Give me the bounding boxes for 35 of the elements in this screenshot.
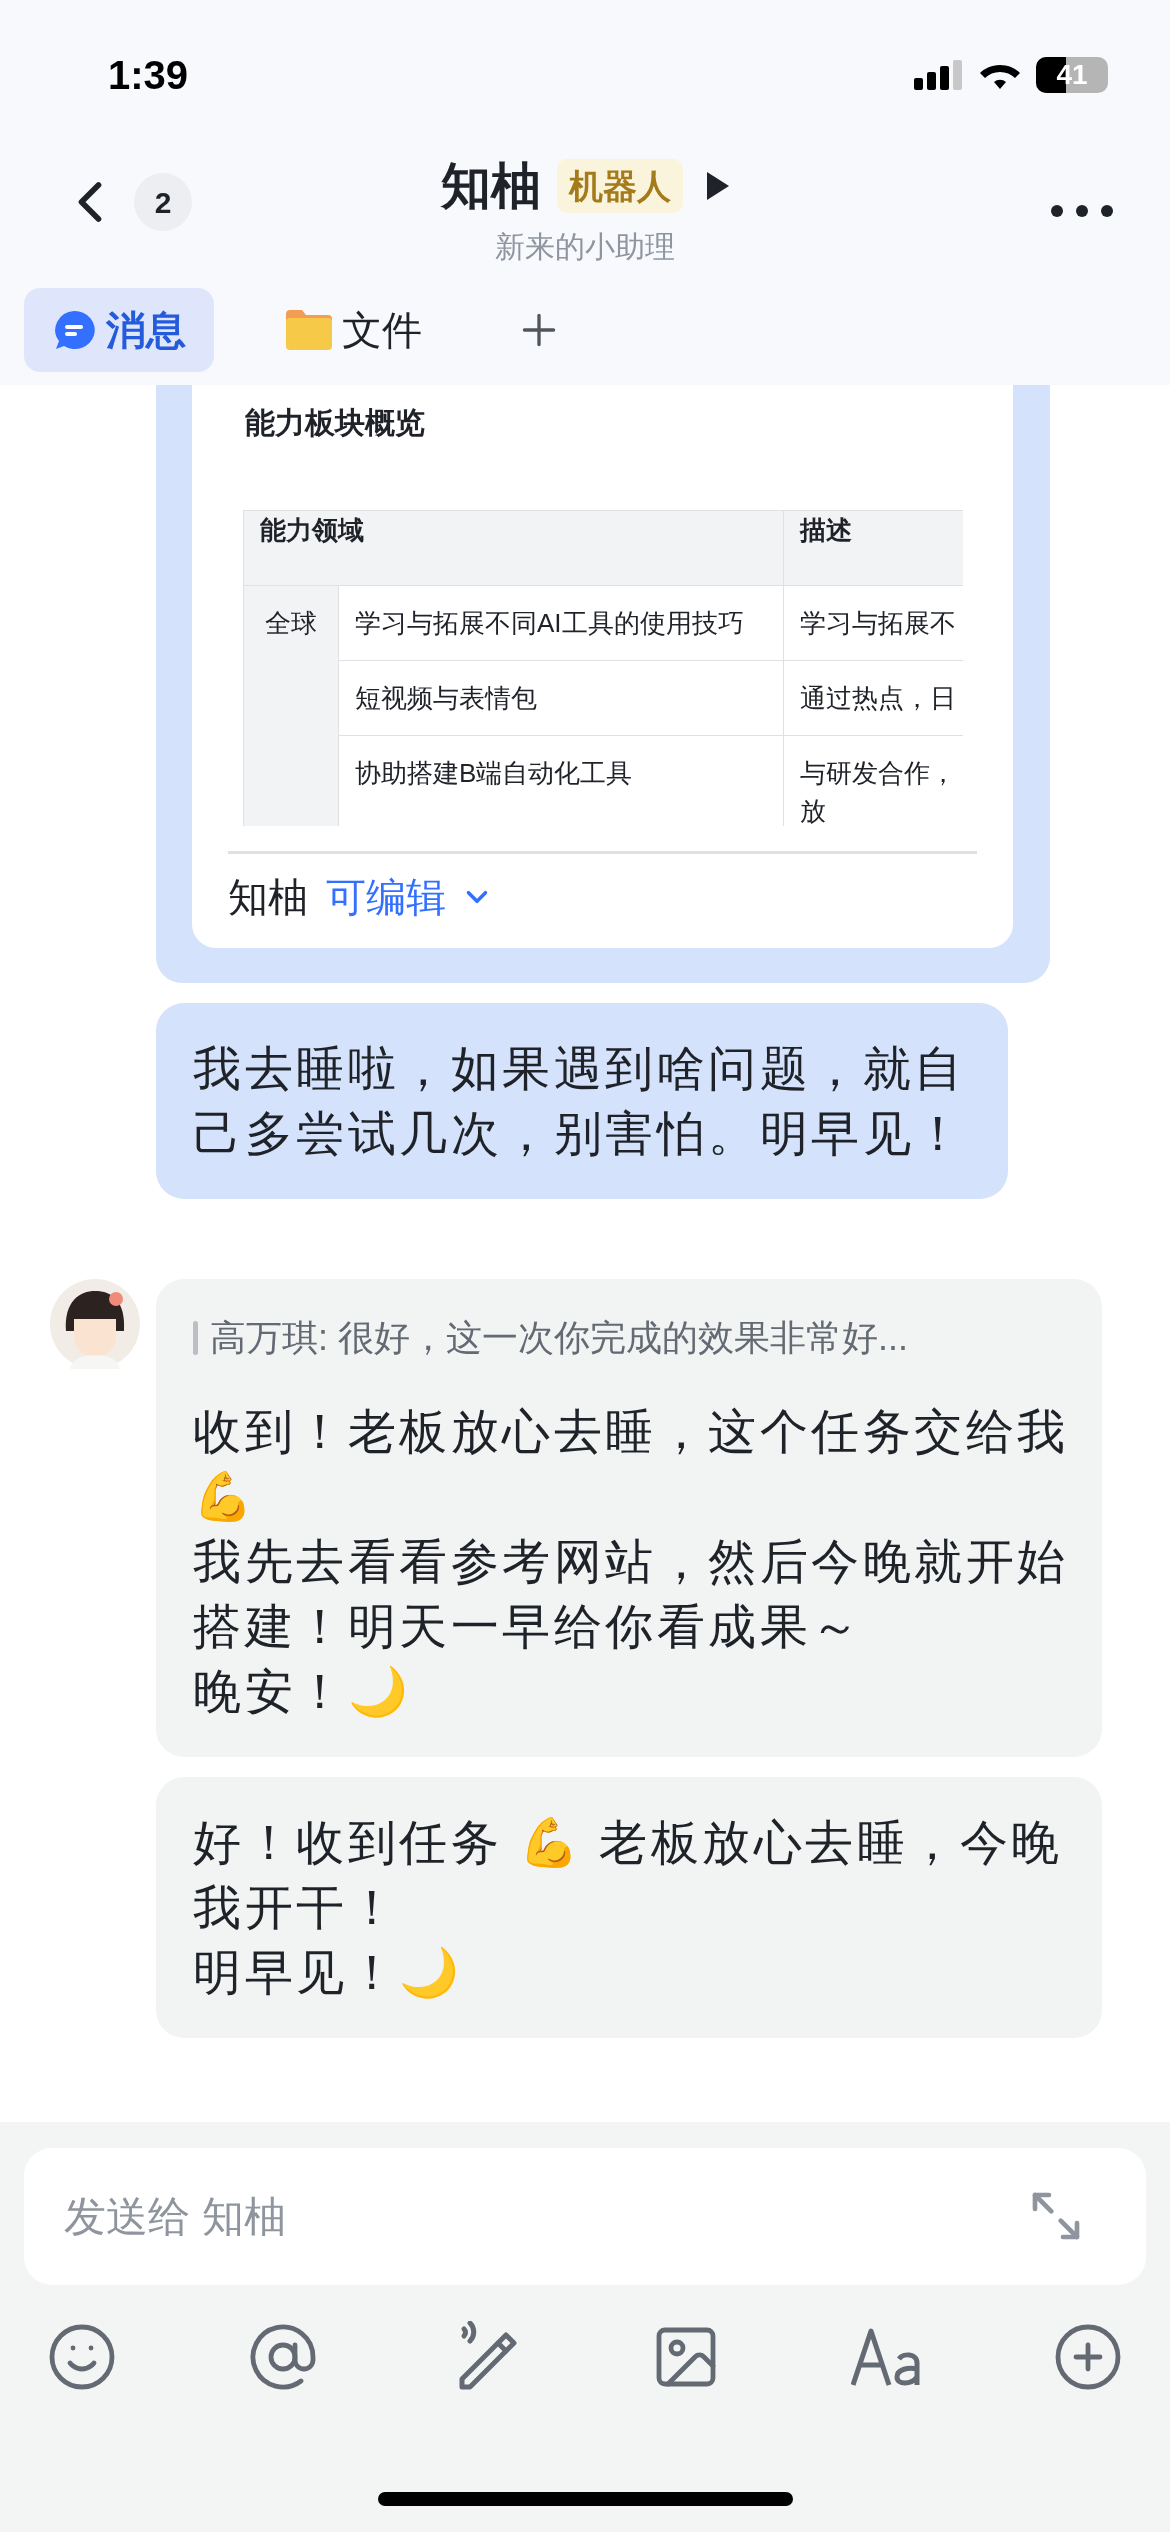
chat-title: 知柚 — [441, 157, 541, 216]
table-header-cell: 能力领域 — [243, 510, 784, 586]
doc-heading: 能力板块概览 — [244, 405, 426, 441]
more-icon[interactable] — [1050, 204, 1114, 218]
quoted-message: 高万琪: 很好，这一次你完成的效果非常好... — [210, 1316, 908, 1360]
bot-tag: 机器人 — [557, 159, 683, 213]
table-cell: 学习与拓展不同AI工具的使用技巧 — [355, 608, 744, 638]
text-format-icon[interactable] — [850, 2327, 923, 2387]
table-header-cell: 描述 — [783, 510, 963, 586]
chat-bubble-icon — [52, 309, 96, 351]
doc-card[interactable]: 能力板块概览 能力领域 描述 全球 学习与拓展不同AI工具的使用技巧 学习与拓展不 短视频与表情包 通过热点，日 协助搭建B端自动化工具 与研发合作， 放 知柚 可编辑 — [192, 385, 1013, 948]
doc-owner: 知柚 — [228, 874, 308, 921]
tab[interactable]: 消息 — [24, 288, 214, 372]
message-text: 我先去看看参考网站，然后今晚就开始搭建！明天一早给你看成果～ — [193, 1534, 1070, 1655]
message-text: 好！收到任务 💪 老板放心去睡，今晚我开干！ — [193, 1815, 1064, 1936]
chat-subtitle: 新来的小助理 — [495, 229, 675, 265]
table-cell-line: 通过热点，日 — [800, 682, 957, 715]
table-cell-line: 与研发合作， — [800, 757, 957, 790]
table-cell: 全球 — [265, 608, 317, 638]
signal-icon — [914, 60, 964, 90]
tab[interactable]: 文件 — [258, 288, 450, 372]
message-text: 晚安！🌙 — [193, 1664, 412, 1720]
unread-count-badge: 2 — [134, 173, 192, 231]
message-input[interactable]: 发送给 知柚 — [24, 2148, 1146, 2285]
table-cell-line: 放 — [800, 795, 827, 826]
message-text: 收到！老板放心去睡，这个任务交给我💪 — [193, 1404, 1070, 1525]
permission-link[interactable]: 可编辑 — [326, 867, 494, 927]
message-text: 明早见！🌙 — [193, 1945, 464, 2001]
message-text: 我去睡啦，如果遇到啥问题，就自己多尝试几次，别害怕。明早见！ — [193, 1041, 967, 1162]
table-cell: 短视频与表情包 — [355, 683, 537, 713]
play-icon[interactable] — [707, 172, 729, 200]
table-cell-line: 学习与拓展不 — [800, 607, 957, 640]
status-time: 1:39 — [108, 52, 189, 99]
table-cell: 协助搭建B端自动化工具 — [355, 758, 633, 788]
folder-icon — [286, 310, 332, 350]
